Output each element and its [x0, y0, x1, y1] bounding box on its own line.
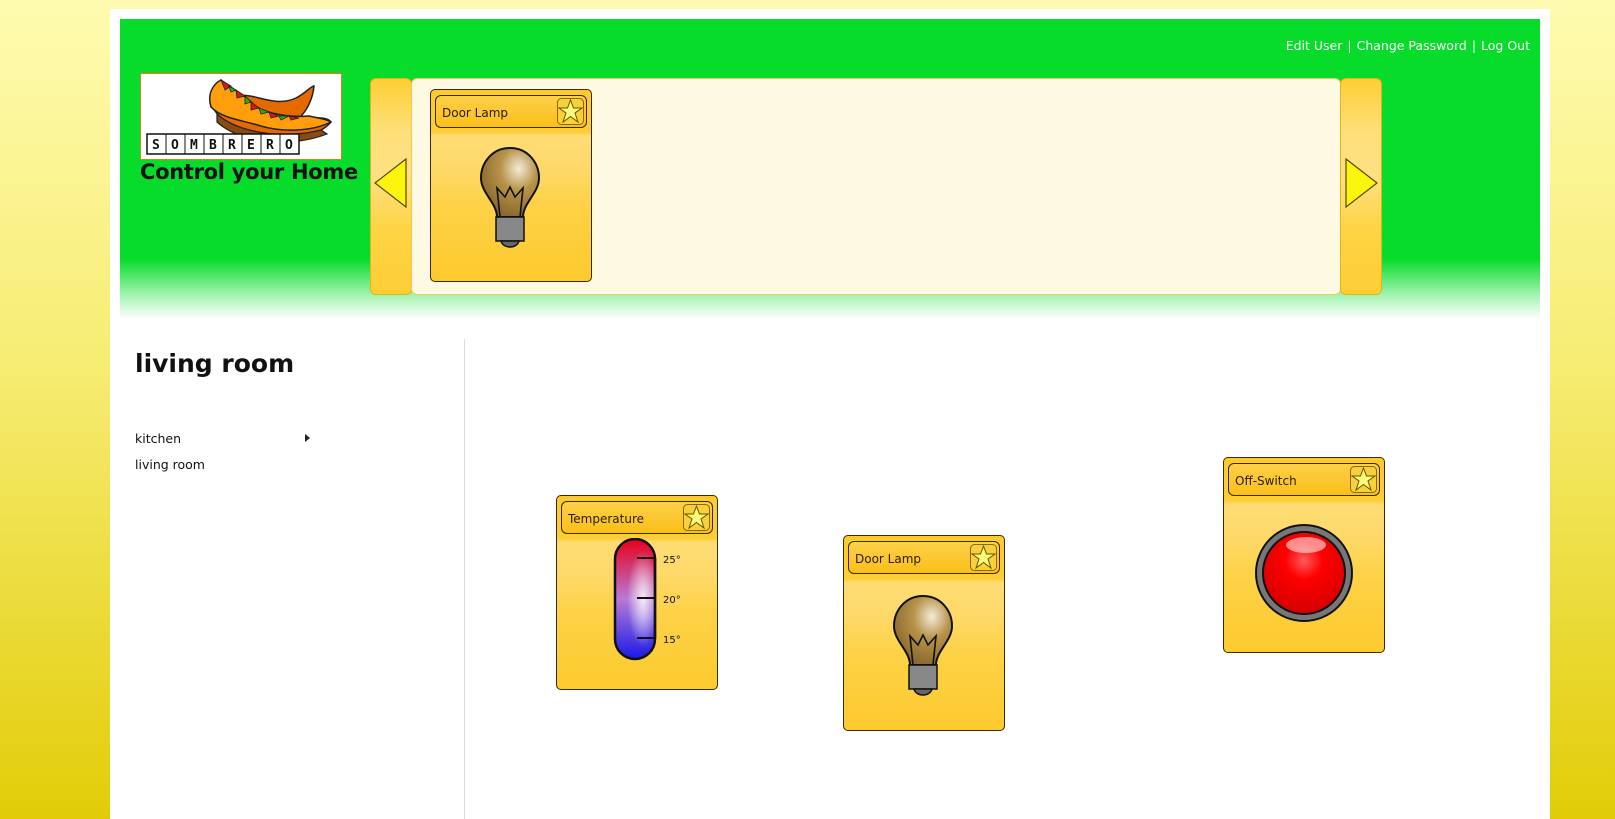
light-bulb-icon [479, 146, 541, 248]
arrow-left-icon [374, 157, 407, 209]
star-icon[interactable] [970, 544, 997, 571]
widget-title: Off-Switch [1235, 474, 1297, 488]
widget-title: Door Lamp [855, 552, 922, 566]
svg-text:O: O [285, 138, 293, 153]
favorites-carousel: Door Lamp [411, 78, 1341, 295]
edit-user-link[interactable]: Edit User [1286, 38, 1343, 53]
widget-titlebar: Door Lamp [848, 541, 1000, 574]
sidebar-item-kitchen[interactable]: kitchen [135, 431, 181, 446]
svg-text:B: B [209, 138, 217, 153]
tagline: Control your Home [140, 160, 358, 184]
page: Edit User | Change Password | Log Out S O M … [110, 9, 1550, 819]
svg-text:M: M [190, 138, 198, 153]
thermometer-icon: 25° 20° 15° [613, 538, 681, 661]
page-title: living room [135, 349, 295, 378]
carousel-next-button[interactable] [1340, 78, 1382, 295]
tick-label-20: 20° [663, 595, 681, 606]
door-lamp-widget[interactable]: Door Lamp [843, 535, 1005, 731]
widget-title: Temperature [568, 512, 645, 526]
tick-label-25: 25° [663, 555, 681, 566]
star-icon[interactable] [1350, 466, 1377, 493]
log-out-link[interactable]: Log Out [1481, 38, 1530, 53]
header: Edit User | Change Password | Log Out S O M … [120, 19, 1540, 319]
submenu-arrow-icon [305, 434, 310, 442]
svg-text:E: E [247, 138, 255, 153]
off-switch-widget[interactable]: Off-Switch [1223, 457, 1385, 653]
svg-text:R: R [266, 138, 274, 153]
carousel-prev-button[interactable] [370, 78, 412, 295]
switch-button-icon[interactable] [1254, 523, 1354, 623]
change-password-link[interactable]: Change Password [1357, 38, 1467, 53]
svg-text:O: O [171, 138, 179, 153]
sidebar-item-living-room[interactable]: living room [135, 457, 205, 472]
temperature-widget[interactable]: Temperature 25° 20° 15° [556, 495, 718, 690]
light-bulb-icon [892, 594, 954, 696]
arrow-right-icon [1345, 157, 1378, 209]
svg-text:S: S [152, 138, 160, 153]
svg-text:R: R [228, 138, 236, 153]
carousel-widget-door-lamp[interactable]: Door Lamp [430, 89, 592, 282]
widget-titlebar: Door Lamp [435, 95, 587, 128]
sombrero-logo: S O M B R E R O [140, 73, 342, 160]
star-icon[interactable] [557, 98, 584, 125]
user-links: Edit User | Change Password | Log Out [1285, 38, 1530, 53]
widget-titlebar: Off-Switch [1228, 463, 1380, 496]
widget-titlebar: Temperature [561, 501, 713, 534]
star-icon[interactable] [683, 504, 710, 531]
tick-label-15: 15° [663, 635, 681, 646]
sidebar: living room kitchen living room [110, 339, 465, 819]
widget-title: Door Lamp [442, 106, 509, 120]
